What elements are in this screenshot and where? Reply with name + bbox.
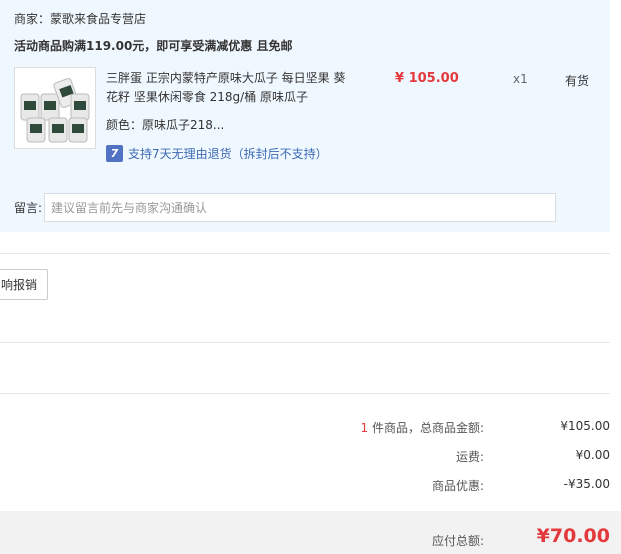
item-price: ¥ 105.00	[395, 71, 459, 86]
message-input[interactable]	[44, 193, 556, 222]
reimbursement-button[interactable]: 响报销	[0, 269, 48, 300]
color-value: 原味瓜子218...	[142, 118, 225, 132]
discount-value: -¥35.00	[563, 477, 610, 491]
payable-label: 应付总额:	[431, 534, 484, 548]
product-image[interactable]	[14, 67, 96, 149]
message-label: 留言:	[14, 201, 43, 215]
item-quantity: x1	[513, 72, 528, 86]
items-total-value: ¥105.00	[560, 419, 610, 433]
payable-value: ¥70.00	[536, 525, 610, 547]
stock-status: 有货	[565, 74, 590, 88]
color-label: 颜色：	[106, 118, 143, 132]
discount-label: 商品优惠:	[431, 479, 484, 493]
shipping-value: ¥0.00	[575, 448, 610, 462]
merchant-name[interactable]: 蒙歌来食品专营店	[50, 12, 146, 26]
shipping-label: 运费:	[455, 450, 484, 464]
shop-order-panel: 商家：蒙歌来食品专营店 活动商品购满119.00元，即可享受满减优惠 且免邮 三…	[0, 0, 610, 232]
return-policy-text: 支持7天无理由退货（拆封后不支持）	[128, 147, 328, 161]
divider	[0, 393, 610, 394]
payable-total-bar: 应付总额: ¥70.00	[0, 511, 621, 554]
merchant-label: 商家：	[14, 12, 51, 26]
product-name-link[interactable]: 三胖蛋 正宗内蒙特产原味大瓜子 每日坚果 葵花籽 坚果休闲零食 218g/桶 原…	[106, 69, 352, 107]
divider	[0, 253, 610, 254]
seven-day-return-icon: 7	[106, 145, 123, 162]
items-total-label: 1 件商品，总商品金额:	[360, 421, 485, 435]
item-count: 1	[360, 421, 369, 435]
product-thumbnail-graphic	[20, 78, 90, 143]
product-color: 颜色：原味瓜子218...	[106, 116, 224, 133]
divider	[0, 342, 610, 343]
return-policy[interactable]: 7 支持7天无理由退货（拆封后不支持）	[106, 145, 328, 162]
merchant-info: 商家：蒙歌来食品专营店	[14, 10, 146, 27]
promo-text: 活动商品购满119.00元，即可享受满减优惠 且免邮	[14, 39, 293, 53]
